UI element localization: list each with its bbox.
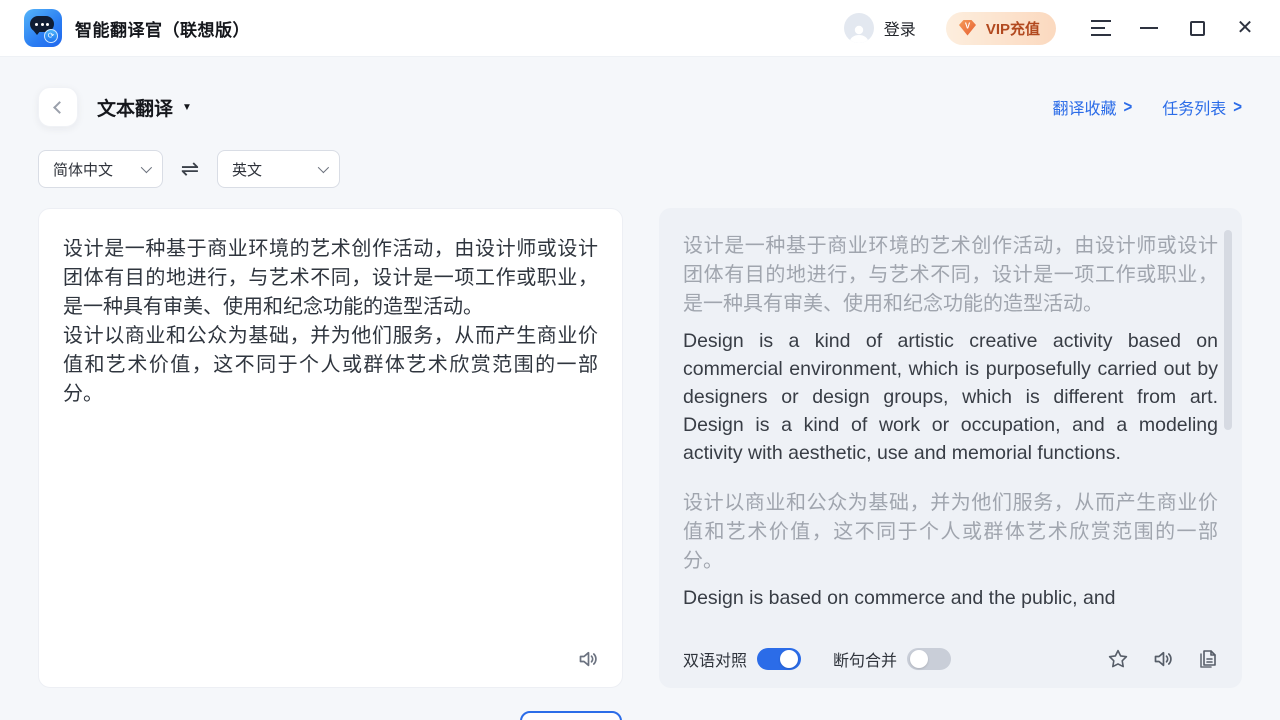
link-task-list[interactable]: 任务列表 > xyxy=(1162,95,1242,119)
target-language-value: 英文 xyxy=(232,159,262,180)
svg-text:V: V xyxy=(965,22,971,31)
result-paragraph-cn: 设计是一种基于商业环境的艺术创作活动，由设计师或设计团体有目的地进行，与艺术不同… xyxy=(683,232,1218,319)
target-language-select[interactable]: 英文 xyxy=(217,150,340,188)
window-controls: ✕ xyxy=(1090,17,1256,39)
toggle-label: 双语对照 xyxy=(683,647,747,671)
chat-bubble-tail xyxy=(33,30,41,35)
speaker-icon[interactable] xyxy=(1151,647,1175,671)
back-button[interactable] xyxy=(38,87,78,127)
translate-button[interactable] xyxy=(520,711,622,720)
login-button[interactable]: 登录 xyxy=(844,13,916,43)
copy-icon[interactable] xyxy=(1196,647,1220,671)
maximize-icon[interactable] xyxy=(1186,17,1208,39)
link-translation-favorites[interactable]: 翻译收藏 > xyxy=(1052,95,1132,119)
avatar-icon[interactable] xyxy=(844,13,874,43)
chevron-down-icon xyxy=(141,162,152,173)
link-label: 任务列表 xyxy=(1162,95,1226,119)
sentence-merge-toggle-group[interactable]: 断句合并 xyxy=(833,647,951,671)
page-title-dropdown[interactable]: 文本翻译 ▼ xyxy=(97,94,192,121)
refresh-badge-icon: ⟳ xyxy=(44,29,58,43)
bilingual-compare-toggle[interactable] xyxy=(757,648,801,670)
nav-row: 文本翻译 ▼ 翻译收藏 > 任务列表 > xyxy=(38,87,1242,127)
toggle-knob xyxy=(780,650,798,668)
link-label: 翻译收藏 xyxy=(1052,95,1116,119)
nav-links: 翻译收藏 > 任务列表 > xyxy=(1052,95,1242,119)
result-paragraph-cn: 设计以商业和公众为基础，并为他们服务，从而产生商业价值和艺术价值，这不同于个人或… xyxy=(683,489,1218,576)
speaker-icon[interactable] xyxy=(576,647,600,671)
chevron-down-icon xyxy=(318,162,329,173)
toggle-label: 断句合并 xyxy=(833,647,897,671)
titlebar: ⟳ 智能翻译官（联想版） 登录 V xyxy=(0,0,1280,57)
source-language-select[interactable]: 简体中文 xyxy=(38,150,163,188)
vip-label[interactable]: VIP充值 xyxy=(986,18,1040,39)
source-paragraph: 设计以商业和公众为基础，并为他们服务，从而产生商业价值和艺术价值，这不同于个人或… xyxy=(63,322,598,409)
source-text-panel[interactable]: 设计是一种基于商业环境的艺术创作活动，由设计师或设计团体有目的地进行，与艺术不同… xyxy=(38,208,623,688)
close-icon[interactable]: ✕ xyxy=(1234,17,1256,39)
favorite-star-icon[interactable] xyxy=(1106,647,1130,671)
caret-down-icon: ▼ xyxy=(182,102,192,113)
translation-result-panel: 设计是一种基于商业环境的艺术创作活动，由设计师或设计团体有目的地进行，与艺术不同… xyxy=(659,208,1242,688)
source-paragraph: 设计是一种基于商业环境的艺术创作活动，由设计师或设计团体有目的地进行，与艺术不同… xyxy=(63,235,598,322)
result-paragraph-en: Design is a kind of artistic creative ac… xyxy=(683,327,1218,467)
chevron-left-icon xyxy=(53,101,66,114)
page-title: 文本翻译 xyxy=(97,94,173,121)
translation-panels: 设计是一种基于商业环境的艺术创作活动，由设计师或设计团体有目的地进行，与艺术不同… xyxy=(38,208,1242,688)
toggle-knob xyxy=(910,650,928,668)
chevron-right-icon: > xyxy=(1233,97,1242,117)
minimize-icon[interactable] xyxy=(1138,17,1160,39)
swap-languages-icon[interactable]: ⇌ xyxy=(163,156,217,182)
result-paragraph-en: Design is based on commerce and the publ… xyxy=(683,584,1218,612)
result-footer: 双语对照 断句合并 xyxy=(659,630,1242,688)
translation-result-text: 设计是一种基于商业环境的艺术创作活动，由设计师或设计团体有目的地进行，与艺术不同… xyxy=(659,208,1226,630)
titlebar-left: ⟳ 智能翻译官（联想版） xyxy=(24,9,250,47)
bilingual-compare-toggle-group[interactable]: 双语对照 xyxy=(683,647,801,671)
main-content: 文本翻译 ▼ 翻译收藏 > 任务列表 > 简体中文 ⇌ 英文 xyxy=(0,57,1280,720)
source-language-value: 简体中文 xyxy=(53,159,113,180)
titlebar-right: 登录 V VIP充值 xyxy=(844,12,1256,45)
app-title: 智能翻译官（联想版） xyxy=(75,16,250,41)
result-actions xyxy=(1106,647,1220,671)
chevron-right-icon: > xyxy=(1123,97,1132,117)
login-label[interactable]: 登录 xyxy=(884,16,916,40)
scrollbar-thumb[interactable] xyxy=(1224,230,1232,430)
vip-recharge-button[interactable]: V VIP充值 xyxy=(946,12,1056,45)
app-logo-icon: ⟳ xyxy=(24,9,62,47)
menu-icon[interactable] xyxy=(1090,17,1112,39)
vip-badge-icon: V xyxy=(956,18,979,38)
source-text-input[interactable]: 设计是一种基于商业环境的艺术创作活动，由设计师或设计团体有目的地进行，与艺术不同… xyxy=(39,209,622,409)
language-bar: 简体中文 ⇌ 英文 xyxy=(38,150,340,188)
sentence-merge-toggle[interactable] xyxy=(907,648,951,670)
